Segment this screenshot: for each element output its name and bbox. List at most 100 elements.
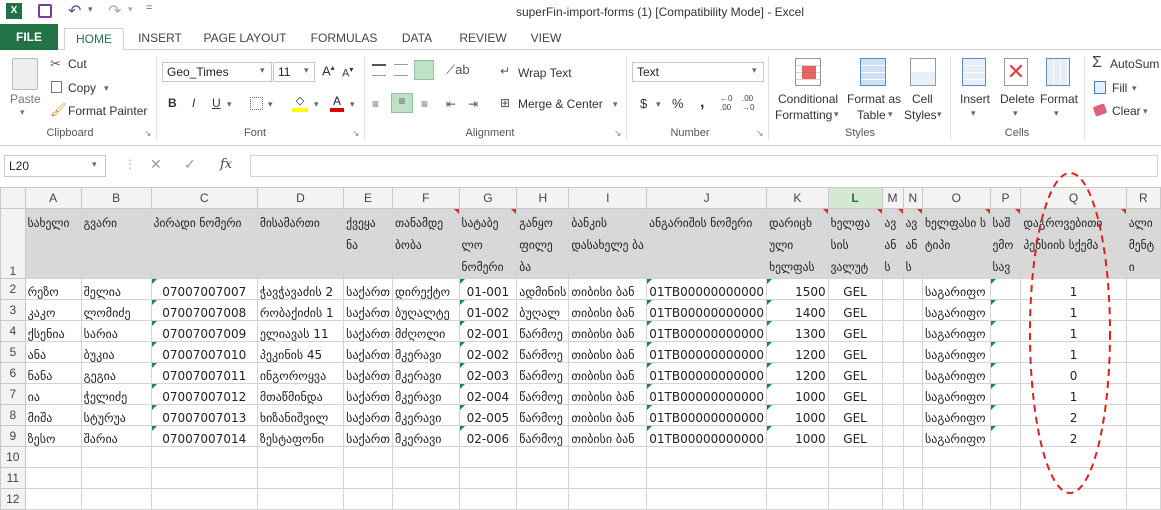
cell[interactable]: შელია [80,278,152,300]
decrease-decimal-icon[interactable]: .00 →0 [742,94,754,112]
cell-styles-dropdown-icon[interactable]: ▾ [937,109,942,120]
cell[interactable]: 01TB00000000000 [646,320,768,342]
cell[interactable]: 1500 [766,278,829,300]
header-cell[interactable]: მისამართი [256,208,345,279]
format-dropdown-icon[interactable]: ▾ [1054,108,1059,119]
cell[interactable]: წარმოე [516,341,570,363]
insert-dropdown-icon[interactable]: ▾ [971,108,976,119]
row-header[interactable]: 10 [0,446,26,468]
cell[interactable] [1125,299,1161,321]
fill-color-dropdown-icon[interactable]: ▾ [314,99,319,110]
cell[interactable] [989,320,1022,342]
percent-button[interactable]: % [672,96,684,111]
currency-dropdown-icon[interactable]: ▾ [656,99,661,110]
italic-button[interactable]: I [192,96,195,110]
cell[interactable]: ნანა [24,362,82,384]
column-header[interactable]: J [646,187,768,209]
cell[interactable] [989,425,1022,447]
cell[interactable] [1125,341,1161,363]
cell[interactable] [827,488,883,510]
comma-button[interactable]: , [700,94,704,112]
cell[interactable]: მკერავი [391,425,460,447]
cell[interactable]: შარია [80,425,152,447]
column-header-selected[interactable]: L [827,187,883,209]
cell[interactable]: 07007007008 [150,299,258,321]
cell[interactable]: 1400 [766,299,829,321]
cell[interactable] [256,467,345,489]
copy-dropdown-icon[interactable]: ▾ [104,83,109,94]
tab-insert[interactable]: INSERT [132,28,188,50]
cell[interactable] [902,446,924,468]
header-cell[interactable]: ხელფასი ს ტიპი [922,208,991,279]
cell[interactable] [881,446,904,468]
row-header[interactable]: 1 [0,208,26,279]
cell[interactable]: მკერავი [391,404,460,426]
insert-cells-button[interactable]: Insert [960,92,990,106]
cell[interactable]: პეკინის 45 [256,341,345,363]
cell[interactable] [902,299,924,321]
cell[interactable]: 07007007014 [150,425,258,447]
cell[interactable]: GEL [827,362,883,384]
cell[interactable]: სარია [80,320,152,342]
tab-review[interactable]: REVIEW [452,28,514,50]
cell[interactable] [646,488,768,510]
font-color-icon[interactable]: A [330,94,344,112]
cell[interactable] [391,467,460,489]
cell[interactable]: წარმოე [516,404,570,426]
cell[interactable]: სტურუა [80,404,152,426]
cell[interactable] [516,467,570,489]
cell[interactable]: საგარიფო [922,404,991,426]
cell[interactable]: ზესტაფონი [256,425,345,447]
cell[interactable]: 02-003 [458,362,518,384]
cell[interactable]: საგარიფო [922,278,991,300]
cell[interactable] [80,488,152,510]
save-icon[interactable] [38,4,52,18]
cell[interactable]: ჭავჭავაძის 2 [256,278,345,300]
cell[interactable]: 07007007011 [150,362,258,384]
cell[interactable]: 01TB00000000000 [646,362,768,384]
cell[interactable] [646,446,768,468]
cell[interactable]: ზესო [24,425,82,447]
undo-icon[interactable]: ↶ [68,1,81,21]
cell[interactable] [902,425,924,447]
header-cell[interactable]: სატაბე ლო ნომერი [458,208,518,279]
cell[interactable]: მთაწმინდა [256,383,345,405]
align-left-icon[interactable]: ≡ [372,97,379,111]
cell[interactable] [80,467,152,489]
cell[interactable]: 1200 [766,341,829,363]
delete-dropdown-icon[interactable]: ▾ [1013,108,1018,119]
number-format-dropdown-icon[interactable]: ▾ [752,65,757,76]
cell[interactable] [568,446,648,468]
formula-input[interactable] [250,155,1158,177]
cell[interactable] [1125,362,1161,384]
redo-icon[interactable]: ↷ [108,1,121,21]
cell[interactable] [1125,446,1161,468]
column-header[interactable]: H [516,187,570,209]
column-header[interactable]: G [458,187,518,209]
cell[interactable] [881,362,904,384]
cell[interactable] [458,467,518,489]
cell[interactable] [150,488,258,510]
conditional-formatting-dropdown-icon[interactable]: ▾ [834,109,839,120]
cell[interactable]: თიბისი ბან [568,278,648,300]
cell[interactable] [766,467,829,489]
cell[interactable] [902,404,924,426]
cell[interactable] [989,446,1022,468]
cell[interactable] [902,320,924,342]
cell[interactable]: ადმინის [516,278,570,300]
row-header[interactable]: 3 [0,299,26,321]
cell[interactable]: 02-004 [458,383,518,405]
row-header[interactable]: 12 [0,488,26,510]
decrease-indent-icon[interactable]: ⇤ [446,97,456,111]
redo-dropdown-icon[interactable]: ▾ [128,4,133,15]
tab-view[interactable]: VIEW [524,28,568,50]
row-header[interactable]: 2 [0,278,26,300]
cell[interactable] [989,383,1022,405]
cell-styles-button[interactable]: Cell [912,92,933,106]
name-box[interactable]: L20 [4,155,106,177]
bold-button[interactable]: B [168,96,177,110]
copy-button[interactable]: Copy [68,81,96,95]
cell[interactable]: წარმოე [516,320,570,342]
cut-button[interactable]: Cut [68,57,87,71]
tab-data[interactable]: DATA [394,28,440,50]
